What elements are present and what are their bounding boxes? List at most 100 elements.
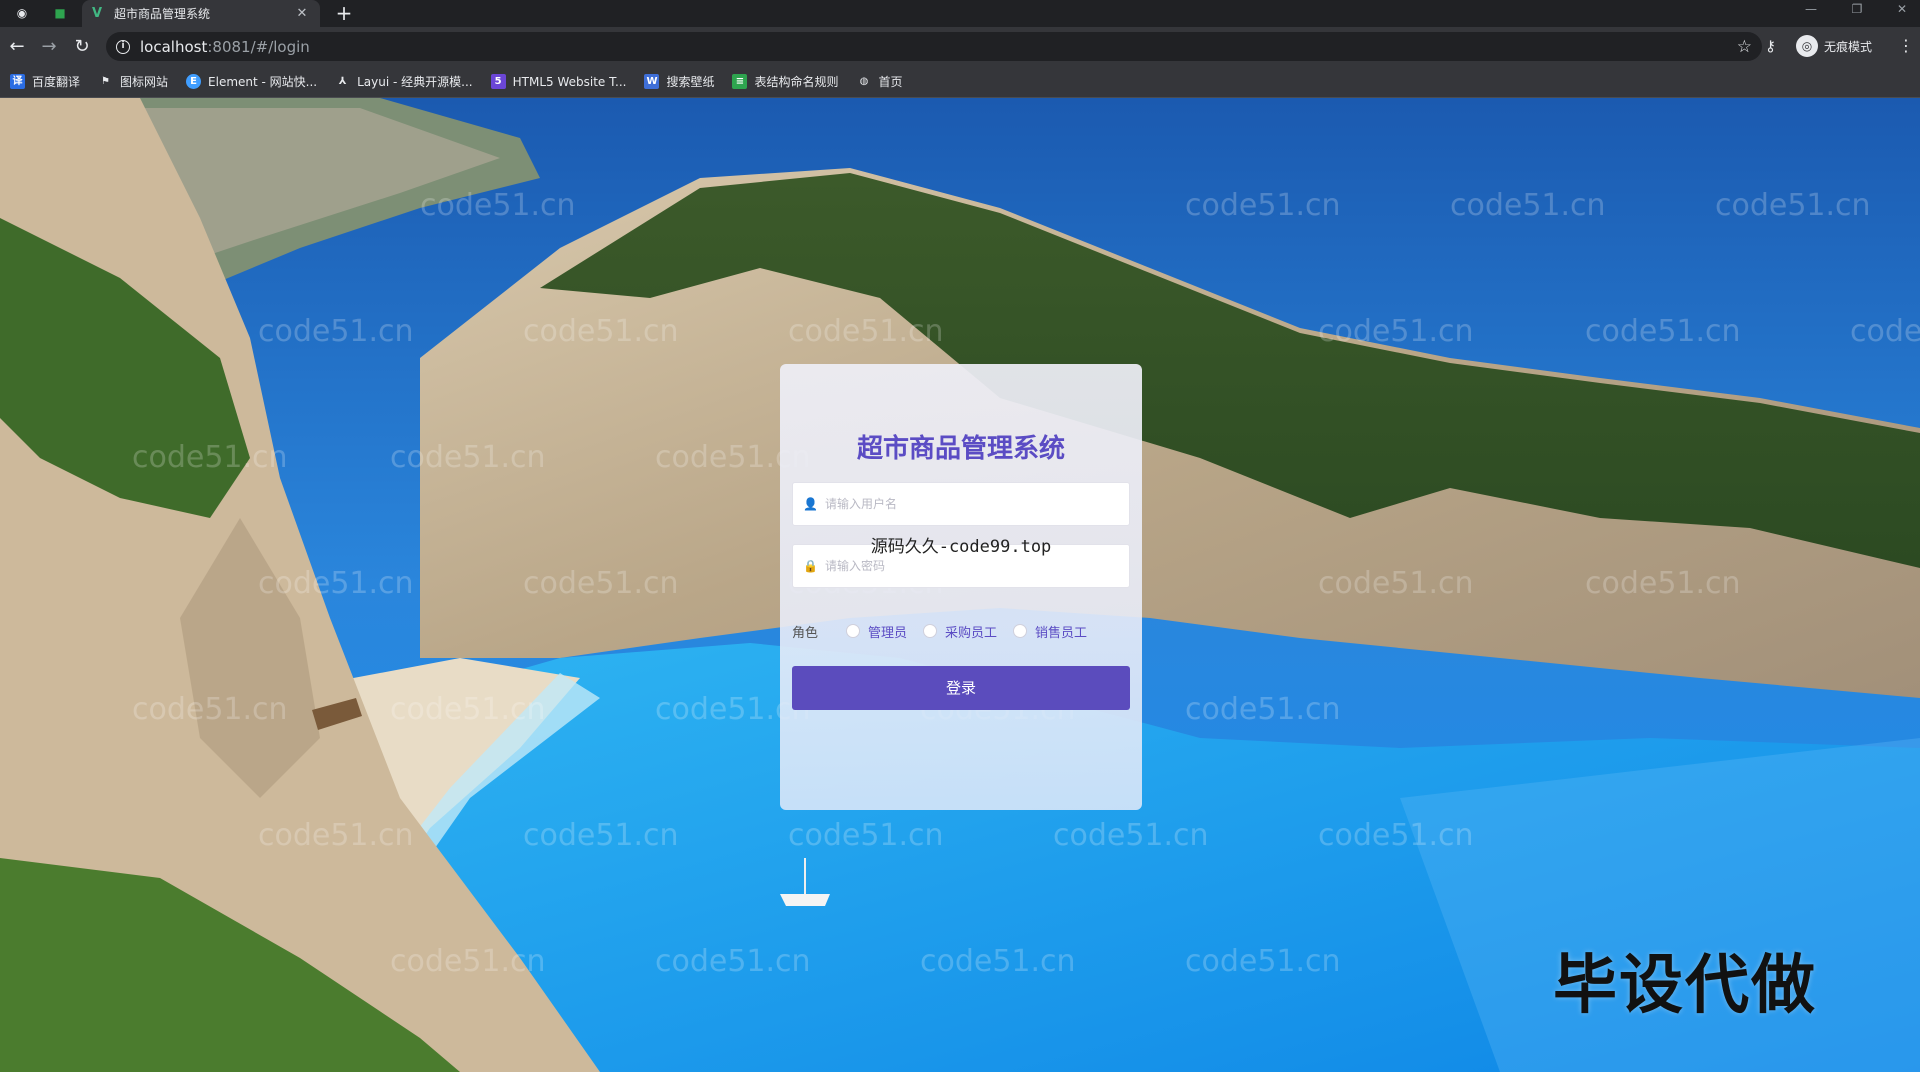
table-icon: ≡ bbox=[732, 74, 748, 89]
bookmark-star-icon[interactable]: ☆ bbox=[1737, 37, 1752, 57]
address-bar[interactable]: i localhost :8081/#/login ☆ bbox=[106, 32, 1762, 61]
layui-icon: ⅄ bbox=[338, 76, 347, 87]
profile-label: 无痕模式 bbox=[1824, 39, 1873, 54]
watermark: code51.cn bbox=[1185, 188, 1341, 223]
bookmark-item[interactable]: ⅄ Layui - 经典开源模... bbox=[335, 73, 473, 90]
watermark: code51.cn bbox=[132, 692, 288, 727]
bookmark-item[interactable]: 译 百度翻译 bbox=[10, 73, 80, 90]
watermark: code51.cn bbox=[1715, 188, 1871, 223]
watermark: code51.cn bbox=[1185, 944, 1341, 979]
minimize-window-icon[interactable]: — bbox=[1796, 2, 1826, 16]
bookmark-item[interactable]: E Element - 网站快... bbox=[186, 73, 317, 90]
source-overlay-text: 源码久久-code99.top bbox=[870, 537, 1052, 557]
role-option-label: 管理员 bbox=[868, 625, 908, 641]
bookmark-item[interactable]: ⚑ 图标网站 bbox=[98, 73, 168, 90]
active-tab[interactable]: V 超市商品管理系统 ✕ bbox=[82, 0, 320, 27]
bookmark-label: 搜索壁纸 bbox=[666, 75, 715, 89]
radio-circle[interactable] bbox=[846, 624, 861, 638]
password-input[interactable] bbox=[825, 559, 1115, 573]
role-option-sales[interactable]: 销售员工 bbox=[1013, 622, 1087, 641]
watermark: code51.cn bbox=[523, 314, 679, 349]
login-card: 超市商品管理系统 👤 🔒 源码久久-code99.top 角色 管理员 采购员工… bbox=[780, 364, 1142, 810]
browser-menu-icon[interactable]: ⋮ bbox=[1898, 36, 1914, 55]
watermark: code51.cn bbox=[1185, 692, 1341, 727]
watermark: code51.cn bbox=[1585, 314, 1741, 349]
browser-toolbar: ← → ↻ i localhost :8081/#/login ☆ ⚷ ◎ 无痕… bbox=[0, 27, 1920, 66]
login-title: 超市商品管理系统 bbox=[856, 434, 1065, 464]
bookmark-label: Element - 网站快... bbox=[208, 75, 318, 89]
role-option-label: 销售员工 bbox=[1035, 625, 1088, 641]
watermark: code51.cn bbox=[523, 566, 679, 601]
role-option-label: 采购员工 bbox=[945, 625, 998, 641]
watermark: code51.cn bbox=[132, 440, 288, 475]
browser-tab-bar: ◉ ■ V 超市商品管理系统 ✕ + — ❐ ✕ bbox=[0, 0, 1920, 27]
watermark: code51.cn bbox=[390, 944, 546, 979]
radio-circle[interactable] bbox=[1013, 624, 1028, 638]
bookmarks-bar: 译 百度翻译 ⚑ 图标网站 E Element - 网站快... ⅄ Layui… bbox=[0, 66, 1920, 98]
close-tab-icon[interactable]: ✕ bbox=[294, 6, 310, 21]
watermark: code51.cn bbox=[1053, 818, 1209, 853]
element-icon: E bbox=[186, 74, 202, 89]
profile-button[interactable]: ◎ 无痕模式 bbox=[1796, 35, 1872, 57]
username-input[interactable] bbox=[825, 497, 1115, 511]
watermark: code51.cn bbox=[788, 314, 944, 349]
login-button[interactable]: 登录 bbox=[792, 666, 1130, 710]
bookmark-item[interactable]: W 搜索壁纸 bbox=[644, 73, 714, 90]
role-option-purchaser[interactable]: 采购员工 bbox=[923, 622, 997, 641]
watermark: code51.cn bbox=[1318, 818, 1474, 853]
new-tab-button[interactable]: + bbox=[333, 1, 355, 25]
watermark: code51.cn bbox=[920, 944, 1076, 979]
bookmark-label: 表结构命名规则 bbox=[754, 75, 839, 89]
watermark: code51.cn bbox=[788, 818, 944, 853]
close-window-icon[interactable]: ✕ bbox=[1887, 2, 1917, 16]
reload-icon[interactable]: ↻ bbox=[70, 35, 94, 59]
user-icon: 👤 bbox=[803, 497, 818, 511]
url-path: :8081/#/login bbox=[207, 37, 310, 56]
back-arrow-icon[interactable]: ← bbox=[5, 35, 29, 59]
globe-icon: ◍ bbox=[859, 76, 869, 87]
wallpaper-icon: W bbox=[644, 74, 660, 89]
password-key-icon[interactable]: ⚷ bbox=[1765, 37, 1776, 55]
watermark: code51.cn bbox=[523, 818, 679, 853]
baidu-translate-icon: 译 bbox=[10, 74, 25, 89]
flag-icon: ⚑ bbox=[101, 76, 110, 87]
tab-search-icon[interactable]: ◉ bbox=[12, 3, 32, 23]
watermark: code51.cn bbox=[1585, 566, 1741, 601]
radio-circle[interactable] bbox=[923, 624, 938, 638]
html5-icon: 5 bbox=[490, 74, 506, 89]
page-viewport: code51.cn code51.cn code51.cn code51.cn … bbox=[0, 98, 1920, 1072]
bookmark-item[interactable]: ◍ 首页 bbox=[856, 73, 903, 90]
bookmark-item[interactable]: 5 HTML5 Website T... bbox=[490, 74, 627, 89]
lock-icon: 🔒 bbox=[803, 559, 818, 573]
watermark: code51.cn bbox=[258, 566, 414, 601]
forward-arrow-icon[interactable]: → bbox=[37, 35, 61, 59]
promo-stamp-text: 毕设代做 bbox=[1553, 949, 1817, 1023]
site-info-icon[interactable]: i bbox=[116, 39, 130, 54]
role-option-admin[interactable]: 管理员 bbox=[846, 622, 907, 641]
bookmark-label: Layui - 经典开源模... bbox=[357, 75, 473, 89]
watermark: code51.cn bbox=[1318, 314, 1474, 349]
watermark: code51.cn bbox=[420, 188, 576, 223]
restore-window-icon[interactable]: ❐ bbox=[1842, 2, 1872, 16]
watermark: code51.cn bbox=[390, 440, 546, 475]
tab-title: 超市商品管理系统 bbox=[114, 7, 211, 21]
bookmark-label: 首页 bbox=[878, 75, 903, 89]
incognito-icon: ◎ bbox=[1796, 35, 1818, 57]
watermark: code51.cn bbox=[258, 818, 414, 853]
watermark: code51.cn bbox=[258, 314, 414, 349]
watermark: code51.cn bbox=[1450, 188, 1606, 223]
username-field[interactable]: 👤 bbox=[792, 482, 1130, 526]
role-label: 角色 bbox=[792, 625, 819, 641]
watermark: code51.cn bbox=[655, 944, 811, 979]
bookmark-item[interactable]: ≡ 表结构命名规则 bbox=[732, 73, 838, 90]
bookmark-label: HTML5 Website T... bbox=[512, 74, 627, 89]
bookmark-label: 图标网站 bbox=[120, 75, 169, 89]
pinned-tab-icon[interactable]: ■ bbox=[50, 3, 70, 23]
bookmark-label: 百度翻译 bbox=[32, 75, 81, 89]
role-selector: 角色 管理员 采购员工 销售员工 bbox=[792, 620, 1130, 642]
watermark: code51.cn bbox=[390, 692, 546, 727]
watermark: code51.cn bbox=[1318, 566, 1474, 601]
vue-favicon-icon: V bbox=[92, 5, 103, 21]
url-host: localhost bbox=[140, 37, 208, 56]
watermark: code51.cn bbox=[1850, 314, 1920, 349]
